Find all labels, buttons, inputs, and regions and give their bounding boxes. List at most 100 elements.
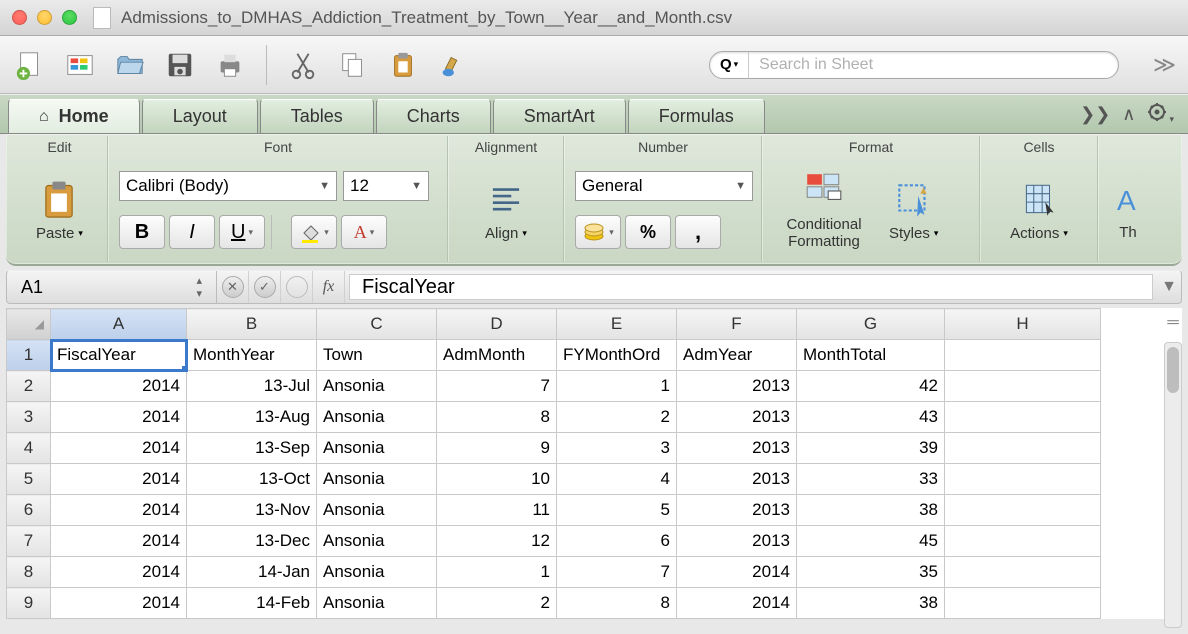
cancel-formula-button[interactable]: ✕ <box>217 271 249 303</box>
row-header-2[interactable]: 2 <box>7 371 51 402</box>
cell[interactable]: 2014 <box>51 371 187 402</box>
align-button[interactable]: Align▾ <box>479 175 533 246</box>
zoom-window-button[interactable] <box>62 10 77 25</box>
column-header-G[interactable]: G <box>797 309 945 340</box>
cell[interactable]: Ansonia <box>317 464 437 495</box>
toolbar-overflow-button[interactable]: ≫ <box>1153 52 1176 78</box>
cell[interactable]: 2014 <box>51 588 187 619</box>
cell[interactable]: 4 <box>557 464 677 495</box>
cell[interactable]: 5 <box>557 495 677 526</box>
format-painter-button[interactable] <box>435 47 471 83</box>
cell[interactable]: 7 <box>437 371 557 402</box>
fx-button[interactable]: fx <box>313 271 345 303</box>
cell[interactable] <box>945 495 1101 526</box>
styles-button[interactable]: Styles▾ <box>883 175 944 246</box>
row-header-7[interactable]: 7 <box>7 526 51 557</box>
tab-tables[interactable]: Tables <box>260 99 374 133</box>
cell[interactable]: 38 <box>797 495 945 526</box>
cell[interactable]: 11 <box>437 495 557 526</box>
cell[interactable]: 2014 <box>51 464 187 495</box>
cell[interactable]: 14-Jan <box>187 557 317 588</box>
cell[interactable]: 2013 <box>677 526 797 557</box>
paste-button[interactable] <box>385 47 421 83</box>
cell[interactable]: AdmMonth <box>437 340 557 371</box>
cell[interactable]: 13-Aug <box>187 402 317 433</box>
cell[interactable]: 8 <box>557 588 677 619</box>
cell[interactable] <box>945 371 1101 402</box>
cell[interactable]: 13-Jul <box>187 371 317 402</box>
cell[interactable]: 43 <box>797 402 945 433</box>
vertical-scrollbar[interactable] <box>1164 342 1182 628</box>
cell[interactable]: FiscalYear <box>51 340 187 371</box>
cell[interactable]: 38 <box>797 588 945 619</box>
cell[interactable]: 8 <box>437 402 557 433</box>
save-button[interactable] <box>162 47 198 83</box>
cell[interactable]: Ansonia <box>317 371 437 402</box>
row-header-3[interactable]: 3 <box>7 402 51 433</box>
cell[interactable]: Ansonia <box>317 557 437 588</box>
tab-formulas[interactable]: Formulas <box>628 99 765 133</box>
row-header-9[interactable]: 9 <box>7 588 51 619</box>
cell[interactable]: MonthTotal <box>797 340 945 371</box>
select-all-corner[interactable]: ◢ <box>7 309 51 340</box>
tab-smartart[interactable]: SmartArt <box>493 99 626 133</box>
currency-button[interactable]: ▾ <box>575 215 621 249</box>
cell[interactable]: 2014 <box>677 557 797 588</box>
column-header-C[interactable]: C <box>317 309 437 340</box>
cell[interactable]: MonthYear <box>187 340 317 371</box>
cell[interactable] <box>945 433 1101 464</box>
cell[interactable]: 2014 <box>51 526 187 557</box>
row-header-4[interactable]: 4 <box>7 433 51 464</box>
cut-button[interactable] <box>285 47 321 83</box>
font-name-combo[interactable]: Calibri (Body)▼ <box>119 171 337 201</box>
tab-home[interactable]: ⌂ Home <box>8 99 140 133</box>
column-header-H[interactable]: H <box>945 309 1101 340</box>
column-header-D[interactable]: D <box>437 309 557 340</box>
cell[interactable]: 45 <box>797 526 945 557</box>
cell[interactable]: 2014 <box>51 433 187 464</box>
cell[interactable]: 14-Feb <box>187 588 317 619</box>
tab-charts[interactable]: Charts <box>376 99 491 133</box>
cell[interactable]: 13-Sep <box>187 433 317 464</box>
cell[interactable]: Town <box>317 340 437 371</box>
cell[interactable]: 1 <box>437 557 557 588</box>
column-header-F[interactable]: F <box>677 309 797 340</box>
font-color-button[interactable]: A▾ <box>341 215 387 249</box>
cell[interactable] <box>945 588 1101 619</box>
cell[interactable]: 2014 <box>677 588 797 619</box>
column-header-B[interactable]: B <box>187 309 317 340</box>
cell[interactable]: 6 <box>557 526 677 557</box>
cell[interactable]: Ansonia <box>317 495 437 526</box>
cell[interactable]: 2 <box>557 402 677 433</box>
cell[interactable]: Ansonia <box>317 433 437 464</box>
cell[interactable]: 42 <box>797 371 945 402</box>
row-header-6[interactable]: 6 <box>7 495 51 526</box>
cell[interactable]: Ansonia <box>317 526 437 557</box>
new-file-button[interactable] <box>12 47 48 83</box>
actions-button[interactable]: Actions▾ <box>1004 175 1074 246</box>
conditional-formatting-button[interactable]: Conditional Formatting <box>773 166 875 254</box>
cell[interactable]: 13-Dec <box>187 526 317 557</box>
cell[interactable] <box>945 557 1101 588</box>
formula-builder-button[interactable] <box>281 271 313 303</box>
cell[interactable]: 1 <box>557 371 677 402</box>
cell[interactable] <box>945 340 1101 371</box>
cell[interactable]: 39 <box>797 433 945 464</box>
cell[interactable]: Ansonia <box>317 588 437 619</box>
percent-button[interactable]: % <box>625 215 671 249</box>
name-box[interactable]: A1 ▴▾ <box>7 271 217 303</box>
font-size-combo[interactable]: 12▼ <box>343 171 429 201</box>
row-header-5[interactable]: 5 <box>7 464 51 495</box>
cell[interactable]: 2013 <box>677 402 797 433</box>
formula-expand-button[interactable]: ▼ <box>1157 278 1181 296</box>
search-input[interactable] <box>749 56 1118 74</box>
italic-button[interactable]: I <box>169 215 215 249</box>
cell[interactable]: 10 <box>437 464 557 495</box>
cell[interactable]: AdmYear <box>677 340 797 371</box>
row-header-8[interactable]: 8 <box>7 557 51 588</box>
paste-ribbon-button[interactable]: Paste▾ <box>30 175 89 246</box>
scrollbar-thumb[interactable] <box>1167 347 1179 393</box>
row-header-1[interactable]: 1 <box>7 340 51 371</box>
minimize-window-button[interactable] <box>37 10 52 25</box>
cell[interactable] <box>945 402 1101 433</box>
